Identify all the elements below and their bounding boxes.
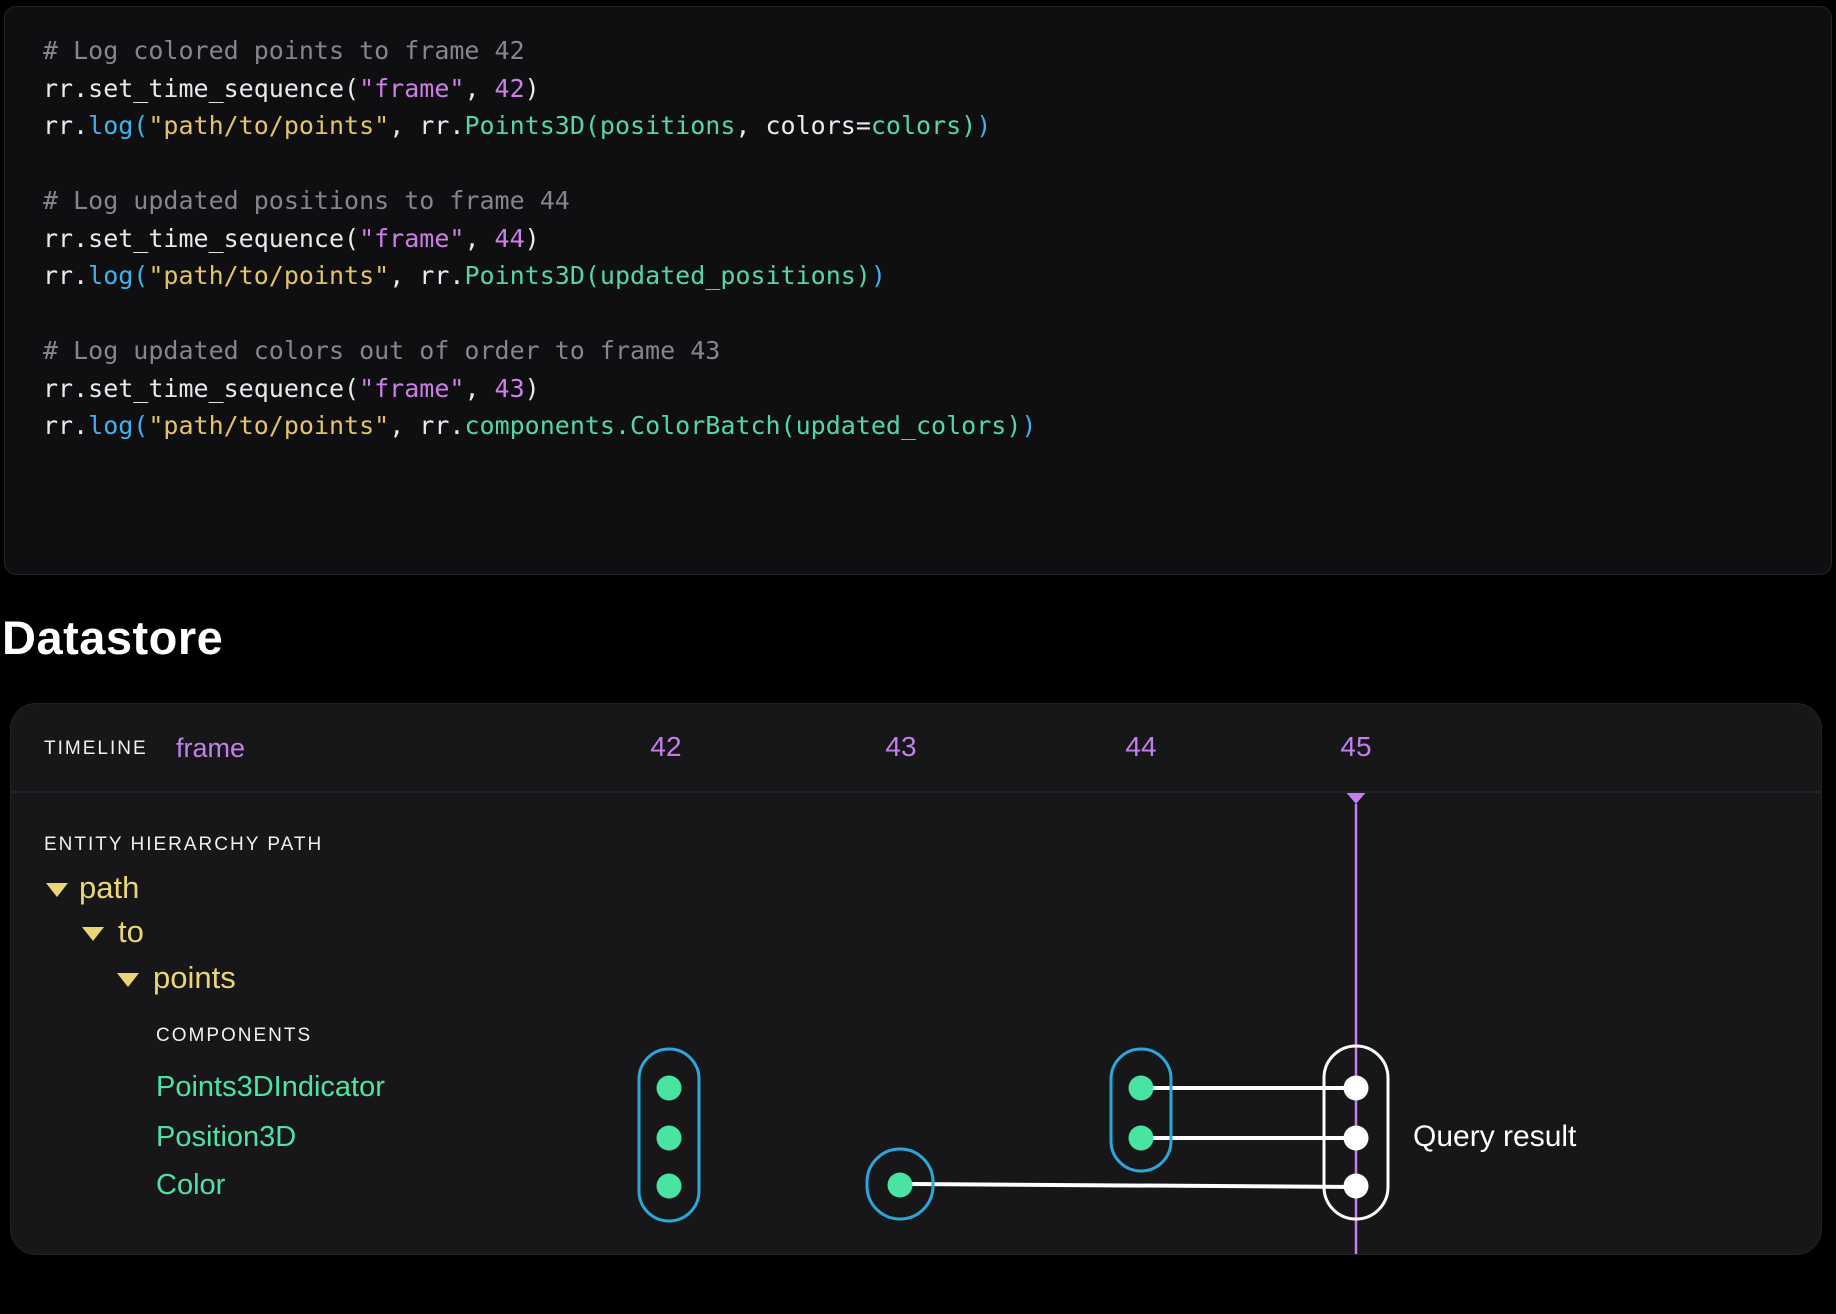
entity-hierarchy-label: ENTITY HIERARCHY PATH: [44, 834, 323, 856]
code-line: [43, 295, 1831, 333]
frame-tick-45: 45: [1340, 731, 1371, 763]
component-label-Color: Color: [156, 1169, 225, 1202]
datapoint-dot: [888, 1173, 913, 1198]
datapoint-dot: [1129, 1126, 1154, 1151]
timeline-name: frame: [176, 733, 245, 764]
code-line: rr.log("path/to/points", rr.Points3D(pos…: [43, 107, 1831, 145]
frame-44-capsule: [1111, 1049, 1171, 1171]
datastore-panel: TIMELINE frame 42 43 44 45 ENTITY HIERARCHY…: [10, 703, 1822, 1255]
frame-tick-42: 42: [650, 731, 681, 763]
query-result-label: Query result: [1413, 1120, 1576, 1154]
code-line: # Log colored points to frame 42: [43, 32, 1831, 70]
code-line: rr.set_time_sequence("frame", 43): [43, 370, 1831, 408]
code-line: # Log updated positions to frame 44: [43, 182, 1831, 220]
code-line: rr.set_time_sequence("frame", 42): [43, 70, 1831, 108]
datapoint-dot: [1344, 1126, 1369, 1151]
datapoint-dot: [657, 1126, 682, 1151]
page-title: Datastore: [2, 610, 223, 665]
timeline-label: TIMELINE: [44, 738, 148, 760]
datapoint-dot: [1344, 1076, 1369, 1101]
tree-node-points: points: [153, 960, 236, 996]
datastore-diagram: [11, 704, 1822, 1255]
code-line: rr.set_time_sequence("frame", 44): [43, 220, 1831, 258]
tree-node-to: to: [118, 914, 144, 950]
datapoint-dot: [1129, 1076, 1154, 1101]
datapoint-dot: [1344, 1174, 1369, 1199]
code-block: # Log colored points to frame 42rr.set_t…: [4, 6, 1832, 575]
component-label-Points3DIndicator: Points3DIndicator: [156, 1071, 385, 1104]
frame-tick-44: 44: [1125, 731, 1156, 763]
component-label-Position3D: Position3D: [156, 1121, 296, 1154]
page: # Log colored points to frame 42rr.set_t…: [0, 0, 1836, 1314]
chevron-down-icon: [46, 883, 68, 897]
tree-node-path: path: [79, 870, 139, 906]
connector-line: [912, 1184, 1356, 1187]
chevron-down-icon: [117, 973, 139, 987]
datapoint-dot: [657, 1076, 682, 1101]
header-divider: [11, 791, 1821, 793]
code-line: [43, 145, 1831, 183]
frame-tick-43: 43: [885, 731, 916, 763]
code-line: rr.log("path/to/points", rr.components.C…: [43, 407, 1831, 445]
code-line: rr.log("path/to/points", rr.Points3D(upd…: [43, 257, 1831, 295]
code-line: # Log updated colors out of order to fra…: [43, 332, 1831, 370]
chevron-down-icon: [82, 927, 104, 941]
components-label: COMPONENTS: [156, 1025, 312, 1047]
datapoint-dot: [657, 1174, 682, 1199]
